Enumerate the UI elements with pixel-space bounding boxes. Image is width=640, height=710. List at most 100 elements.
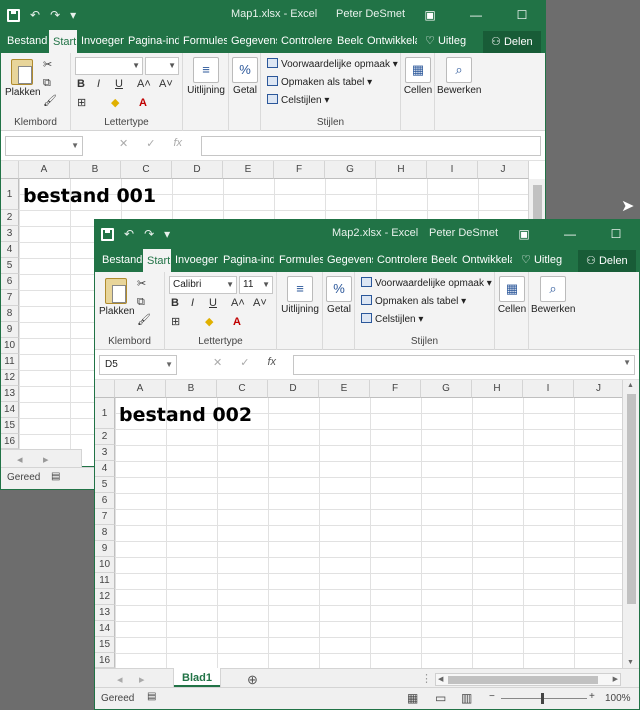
column-header[interactable]: A [115, 380, 166, 398]
column-header[interactable]: E [319, 380, 370, 398]
column-header[interactable]: G [421, 380, 472, 398]
row-header[interactable]: 6 [1, 274, 19, 290]
copy-icon[interactable]: ⧉ [137, 294, 145, 310]
row-header[interactable]: 8 [95, 525, 115, 541]
redo-icon[interactable]: ↷ [50, 6, 60, 24]
grow-font-icon[interactable]: A˄ [137, 76, 151, 92]
column-header[interactable]: E [223, 161, 274, 179]
next-sheet-icon[interactable]: ▸ [43, 452, 49, 468]
column-header[interactable]: B [166, 380, 217, 398]
save-icon[interactable] [7, 8, 20, 22]
enter-icon[interactable]: ✓ [146, 137, 155, 150]
ribbon-options-icon[interactable]: ▣ [407, 3, 453, 27]
scroll-thumb[interactable] [627, 394, 636, 604]
share-button[interactable]: ⚇ Delen [578, 250, 636, 272]
user-name[interactable]: Peter DeSmet [429, 227, 498, 239]
page-layout-view-icon[interactable]: ▭ [435, 691, 446, 705]
row-header[interactable]: 12 [1, 370, 19, 386]
maximize-icon[interactable]: ☐ [499, 3, 545, 27]
alignment-button[interactable]: ≡ Uitlijning [185, 57, 227, 96]
zoom-in-icon[interactable]: + [589, 691, 595, 702]
minimize-icon[interactable]: — [547, 222, 593, 246]
next-sheet-icon[interactable]: ▸ [139, 672, 145, 688]
copy-icon[interactable]: ⧉ [43, 75, 51, 91]
function-icon[interactable]: fx [173, 137, 182, 150]
font-name-combo[interactable]: Calibri ▼ [169, 276, 237, 294]
font-color-icon[interactable]: A [233, 314, 241, 330]
undo-icon[interactable]: ↶ [124, 225, 134, 243]
macro-record-icon[interactable]: ▤ [51, 471, 60, 482]
scroll-left-icon[interactable]: ◀ [438, 674, 443, 685]
underline-icon[interactable]: U [209, 295, 217, 311]
row-header[interactable]: 2 [1, 210, 19, 226]
row-header[interactable]: 2 [95, 429, 115, 445]
tab-beeld[interactable]: Beeld [427, 248, 457, 272]
cell-a1[interactable]: bestand 002 [119, 404, 252, 426]
tab-invoegen[interactable]: Invoegen [77, 29, 124, 53]
row-header[interactable]: 5 [95, 477, 115, 493]
row-header[interactable]: 15 [1, 418, 19, 434]
column-header[interactable]: F [274, 161, 325, 179]
column-header[interactable]: C [217, 380, 268, 398]
column-header[interactable]: J [574, 380, 624, 398]
tab-controleren[interactable]: Controleren [373, 248, 427, 272]
alignment-button[interactable]: ≡ Uitlijning [279, 276, 321, 315]
format-painter-icon[interactable]: 🖌 [137, 312, 151, 328]
maximize-icon[interactable]: ☐ [593, 222, 639, 246]
tab-gegevens[interactable]: Gegevens [227, 29, 277, 53]
paste-button[interactable]: Plakken [99, 278, 135, 317]
customize-qat-icon[interactable]: ▾ [164, 225, 170, 243]
prev-sheet-icon[interactable]: ◂ [117, 672, 123, 688]
cell-styles-button[interactable]: Celstijlen ▾ [361, 312, 423, 328]
underline-icon[interactable]: U [115, 76, 123, 92]
title-bar[interactable]: ↶ ↷ ▾ Map2.xlsx - Excel Peter DeSmet ▣ —… [95, 220, 639, 248]
tell-me[interactable]: ♡ Uitleg [421, 29, 471, 53]
tab-bestand[interactable]: Bestand [98, 248, 142, 272]
tab-controleren[interactable]: Controleren [277, 29, 333, 53]
column-header[interactable]: C [121, 161, 172, 179]
column-header[interactable]: J [478, 161, 529, 179]
shrink-font-icon[interactable]: A˅ [159, 76, 173, 92]
row-header[interactable]: 16 [1, 434, 19, 449]
formula-input[interactable] [201, 136, 541, 156]
zoom-slider-handle[interactable] [541, 693, 544, 704]
conditional-formatting-button[interactable]: Voorwaardelijke opmaak ▾ [267, 57, 398, 73]
save-icon[interactable] [101, 227, 114, 241]
function-icon[interactable]: fx [267, 356, 276, 369]
row-header[interactable]: 11 [1, 354, 19, 370]
bold-icon[interactable]: B [77, 76, 85, 92]
row-header[interactable]: 8 [1, 306, 19, 322]
title-bar[interactable]: ↶ ↷ ▾ Map1.xlsx - Excel Peter DeSmet ▣ —… [1, 1, 545, 29]
undo-icon[interactable]: ↶ [30, 6, 40, 24]
share-button[interactable]: ⚇ Delen [483, 31, 541, 53]
column-header[interactable]: G [325, 161, 376, 179]
tab-formules[interactable]: Formules [275, 248, 323, 272]
format-as-table-button[interactable]: Opmaken als tabel ▾ [361, 294, 466, 310]
cells-button[interactable]: ▦ Cellen [497, 276, 527, 315]
tab-start[interactable]: Start [143, 248, 171, 272]
cell-area[interactable] [115, 398, 622, 668]
borders-icon[interactable]: ⊞ [77, 95, 86, 111]
edit-button[interactable]: ⌕ Bewerken [437, 57, 481, 96]
user-name[interactable]: Peter DeSmet [336, 8, 405, 20]
tab-start[interactable]: Start [49, 29, 77, 53]
number-button[interactable]: % Getal [324, 276, 354, 315]
row-header[interactable]: 15 [95, 637, 115, 653]
fill-color-icon[interactable]: ◆ [111, 95, 119, 111]
scroll-up-icon[interactable]: ▲ [627, 382, 634, 389]
row-header[interactable]: 1 [95, 398, 115, 429]
cancel-icon[interactable]: ✕ [119, 137, 128, 150]
tell-me[interactable]: ♡ Uitleg [517, 248, 567, 272]
tab-ontwikkelaars[interactable]: Ontwikkela [363, 29, 417, 53]
chevron-down-icon[interactable]: ▼ [623, 358, 631, 367]
number-button[interactable]: % Getal [230, 57, 260, 96]
page-break-view-icon[interactable]: ▥ [461, 691, 472, 705]
row-header[interactable]: 14 [95, 621, 115, 637]
grow-font-icon[interactable]: A˄ [231, 295, 245, 311]
scroll-right-icon[interactable]: ▶ [613, 674, 618, 685]
minimize-icon[interactable]: — [453, 3, 499, 27]
scroll-down-icon[interactable]: ▼ [627, 659, 634, 666]
row-header[interactable]: 4 [1, 242, 19, 258]
row-header[interactable]: 16 [95, 653, 115, 668]
sheet-tab-blad1[interactable]: Blad1 [173, 668, 221, 689]
